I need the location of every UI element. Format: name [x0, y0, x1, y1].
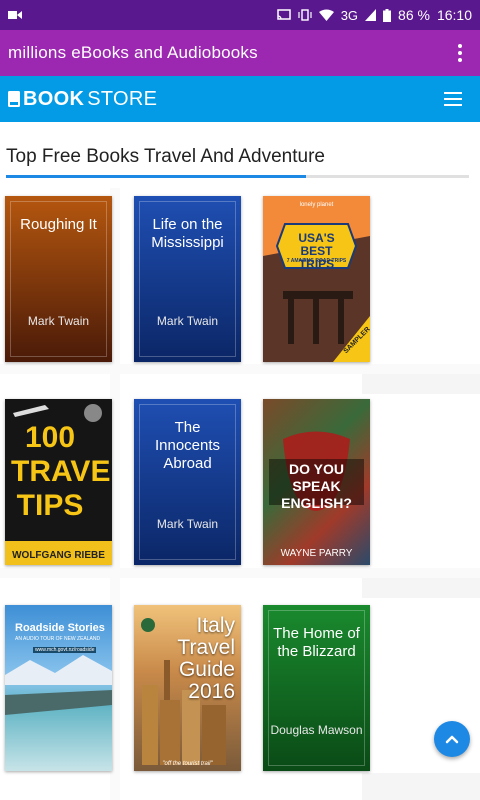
book-url: www.mch.govt.nz/roadside: [33, 647, 97, 653]
chevron-up-icon: [445, 735, 459, 744]
cast-icon: [276, 9, 291, 20]
book-author: Mark Twain: [27, 314, 90, 328]
book-card[interactable]: Italy Travel Guide 2016 "off the tourist…: [134, 605, 241, 771]
book-card[interactable]: The Home of the Blizzard Douglas Mawson: [263, 605, 370, 771]
app-bar: millions eBooks and Audiobooks: [0, 30, 480, 76]
brand-rest: STORE: [87, 87, 158, 110]
book-title: The Innocents Abroad: [154, 419, 221, 472]
book-title: USA'S BEST TRIPS: [298, 231, 335, 271]
book-card[interactable]: DO YOU SPEAK ENGLISH? WAYNE PARRY: [263, 399, 370, 565]
book-author: Mark Twain: [156, 517, 219, 531]
book-subtitle: AN AUDIO TOUR OF NEW ZEALAND: [15, 636, 101, 642]
scroll-to-top-button[interactable]: [434, 721, 470, 757]
overflow-menu-icon[interactable]: [450, 41, 470, 65]
book-card[interactable]: lonely planet USA'S BEST TRIPS 7 AMAZING…: [263, 196, 370, 362]
section-title: Top Free Books Travel And Adventure: [6, 146, 325, 167]
book-tagline: "off the tourist trail": [162, 761, 213, 767]
book-title: Life on the Mississippi: [151, 216, 224, 251]
book-author: WAYNE PARRY: [280, 548, 353, 559]
hamburger-menu-icon[interactable]: [444, 92, 462, 106]
book-icon: [8, 91, 20, 107]
book-card[interactable]: Life on the Mississippi Mark Twain: [134, 196, 241, 362]
book-title: 100 TRAVEL TIPS: [11, 421, 112, 522]
video-camera-icon: [8, 11, 22, 19]
status-bar: 3G 86 % 16:10: [0, 0, 480, 30]
book-title: DO YOU SPEAK ENGLISH?: [281, 461, 352, 511]
bookstore-logo[interactable]: BOOK STORE: [8, 88, 157, 111]
book-publisher: lonely planet: [299, 202, 334, 208]
book-subtitle: 7 AMAZING ROAD TRIPS: [286, 258, 347, 264]
book-author: Mark Twain: [156, 314, 219, 328]
book-card[interactable]: Roadside Stories AN AUDIO TOUR OF NEW ZE…: [5, 605, 112, 771]
network-type: 3G: [340, 7, 359, 23]
battery-icon: [383, 8, 392, 22]
book-title: The Home of the Blizzard: [273, 625, 360, 660]
book-card[interactable]: Roughing It Mark Twain: [5, 196, 112, 362]
book-card[interactable]: The Innocents Abroad Mark Twain: [134, 399, 241, 565]
battery-percent: 86 %: [398, 7, 430, 23]
section-divider-accent: [6, 175, 306, 178]
brand-bold: BOOK: [23, 87, 85, 110]
vibrate-icon: [298, 9, 312, 21]
signal-icon: [365, 9, 377, 21]
book-title: Roadside Stories: [15, 622, 105, 634]
book-title: Roughing It: [20, 216, 97, 233]
book-author: Douglas Mawson: [270, 723, 363, 737]
book-author: WOLFGANG RIEBE: [12, 550, 105, 561]
bookstore-header: BOOK STORE: [0, 76, 480, 122]
app-title: millions eBooks and Audiobooks: [8, 43, 258, 62]
book-title: Italy Travel Guide 2016: [177, 614, 235, 703]
book-card[interactable]: 100 TRAVEL TIPS WOLFGANG RIEBE: [5, 399, 112, 565]
wifi-icon: [318, 9, 334, 21]
clock: 16:10: [436, 7, 472, 23]
